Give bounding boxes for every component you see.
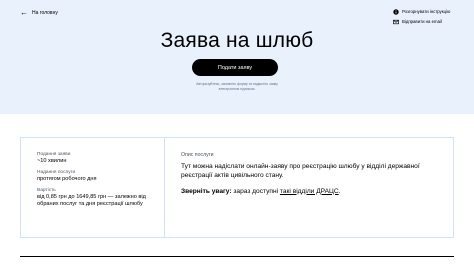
term-block: Подання заяви ~10 хвилин (37, 152, 155, 165)
page-title: Заява на шлюб (160, 29, 314, 52)
expand-instruction-link[interactable]: Розгорнувати інструкцію (393, 9, 450, 15)
provision-block: Надання послуги протягом робочого дня (37, 170, 155, 183)
description-label: Опис послуги (181, 152, 214, 158)
cost-block: Вартість від 0,85 грн до 1649,85 грн — з… (37, 188, 155, 208)
service-details: Подання заяви ~10 хвилин Надання послуги… (37, 152, 155, 213)
back-link-label: На головну (32, 10, 58, 16)
info-icon (393, 9, 399, 15)
send-email-label: Відправити на email (402, 19, 442, 24)
service-info-card: Подання заяви ~10 хвилин Надання послуги… (20, 137, 454, 238)
arrow-left-icon: ← (20, 8, 28, 17)
submit-application-button[interactable]: Подати заяву (192, 59, 278, 76)
header-actions: Розгорнувати інструкцію Відправити на em… (393, 9, 450, 25)
notice-end: . (338, 187, 341, 195)
card-divider (164, 138, 165, 237)
notice-text: зараз доступні (231, 187, 280, 195)
availability-notice: Зверніть увагу: зараз доступні такі відд… (181, 188, 443, 197)
expand-instruction-label: Розгорнувати інструкцію (402, 9, 451, 14)
back-to-home-link[interactable]: ← На головну (20, 9, 58, 17)
term-value: ~10 хвилин (37, 158, 67, 164)
mail-icon (393, 19, 399, 25)
service-description: Опис послуги Тут можна надіслати онлайн-… (181, 152, 443, 196)
provision-value: протягом робочого дня (37, 176, 97, 182)
drats-offices-link[interactable]: такі відділи ДРАЦС (280, 188, 339, 195)
bottom-divider (20, 256, 454, 257)
notice-bold-label: Зверніть увагу: (181, 187, 232, 195)
cost-value: від 0,85 грн до 1649,85 грн — залежно ві… (37, 194, 146, 207)
submit-disclaimer: Авторизуйтесь, заповніть форму та надішл… (196, 82, 278, 91)
hero-section: ← На головну Розгорнувати інструкцію Від… (0, 0, 474, 114)
description-text: Тут можна надіслати онлайн-заяву про реє… (181, 163, 420, 179)
send-email-link[interactable]: Відправити на email (393, 19, 450, 25)
